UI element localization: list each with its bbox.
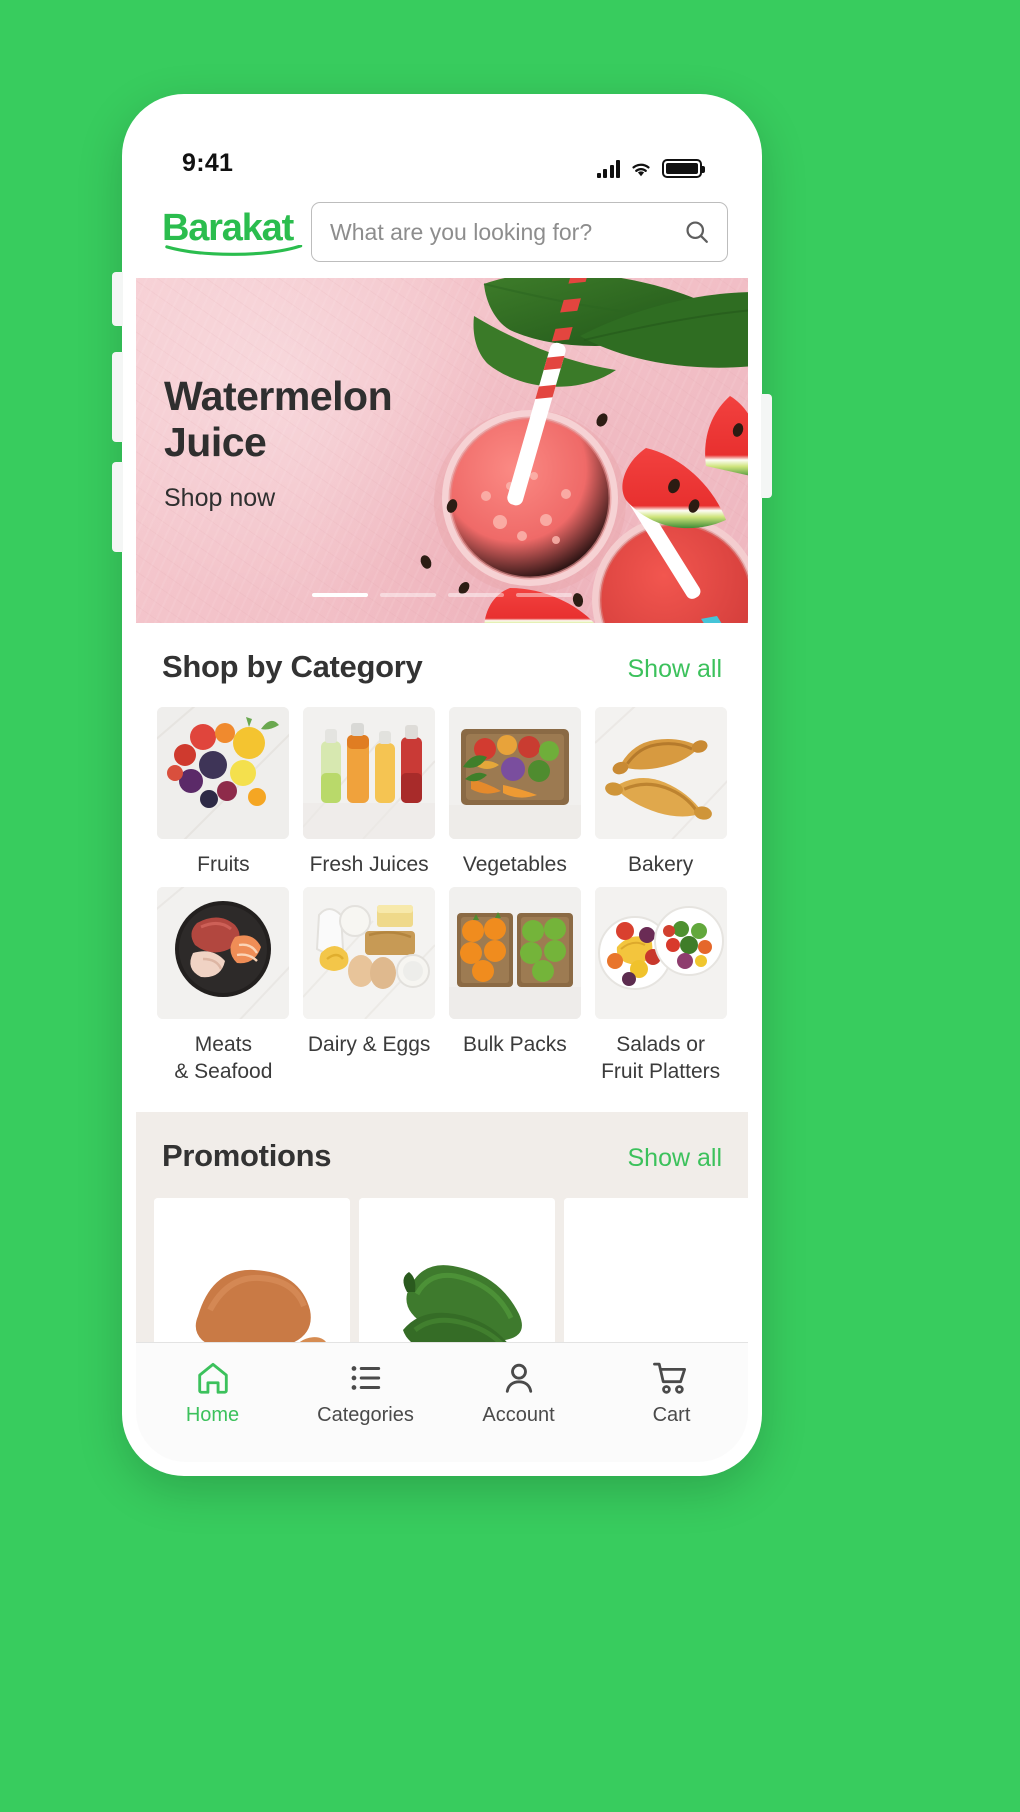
battery-full-icon: [662, 159, 705, 178]
wifi-icon: [632, 163, 650, 177]
hero-shop-now-link[interactable]: Shop now: [164, 484, 392, 513]
category-item-dairy-eggs[interactable]: Dairy & Eggs: [300, 886, 439, 1086]
categories-section-header: Shop by Category Show all: [136, 623, 748, 685]
nav-item-categories[interactable]: Categories: [289, 1359, 442, 1427]
nav-item-account[interactable]: Account: [442, 1359, 595, 1427]
silent-switch-button[interactable]: [112, 272, 123, 326]
categories-section-title: Shop by Category: [162, 649, 423, 684]
category-label: Salads or Fruit Platters: [601, 1032, 721, 1083]
nav-item-home[interactable]: Home: [136, 1359, 289, 1427]
category-label: Fresh Juices: [309, 853, 429, 876]
category-item-meats-seafood[interactable]: Meats & Seafood: [154, 886, 293, 1086]
meats-seafood-thumb: [157, 886, 290, 1019]
carousel-dot-3[interactable]: [448, 593, 504, 597]
promotions-section-title: Promotions: [162, 1137, 332, 1173]
category-item-fruits[interactable]: Fruits: [154, 707, 293, 879]
search-icon[interactable]: [683, 218, 711, 246]
bottom-navigation-bar: Home Categories Account Cart: [136, 1342, 748, 1462]
status-bar-time: 9:41: [182, 149, 234, 177]
power-button[interactable]: [761, 394, 772, 498]
promotions-section: Promotions Show all: [136, 1111, 748, 1342]
bulk-packs-thumb: [448, 886, 581, 1019]
barakat-wordmark-logo[interactable]: Barakat: [162, 206, 303, 256]
app-content-scroll[interactable]: Barakat What are you looking for? Waterm…: [136, 184, 748, 1342]
hero-banner-title: Watermelon Juice: [164, 373, 393, 465]
volume-up-button[interactable]: [112, 352, 123, 442]
nav-label: Cart: [652, 1404, 691, 1426]
promo-card-next[interactable]: [564, 1197, 748, 1342]
carousel-indicators[interactable]: [136, 593, 748, 597]
phone-device-frame: 9:41 Barakat What are you looking for? W…: [112, 94, 772, 1476]
search-bar[interactable]: [311, 202, 728, 262]
signal-bars-icon: [596, 160, 620, 178]
vegetables-thumb: [448, 707, 581, 839]
person-icon: [505, 1363, 532, 1393]
category-item-salads-fruit-platters[interactable]: Salads or Fruit Platters: [591, 886, 730, 1086]
promo-card-sweet-potato[interactable]: [154, 1197, 350, 1342]
carousel-dot-1[interactable]: [312, 593, 368, 597]
dairy-eggs-thumb: [303, 886, 436, 1019]
hero-banner-copy: Watermelon Juice Shop now: [164, 373, 393, 513]
category-label: Bakery: [627, 853, 694, 876]
category-label: Bulk Packs: [462, 1032, 567, 1056]
category-label: Meats & Seafood: [174, 1032, 273, 1083]
category-item-bulk-packs[interactable]: Bulk Packs: [446, 886, 585, 1086]
category-label: Dairy & Eggs: [307, 1032, 431, 1056]
salads-fruit-platters-thumb: [594, 886, 727, 1019]
home-icon: [197, 1362, 228, 1394]
nav-item-cart[interactable]: Cart: [595, 1359, 748, 1427]
carousel-dot-2[interactable]: [380, 593, 436, 597]
app-header: Barakat: [136, 184, 748, 278]
category-item-vegetables[interactable]: Vegetables: [446, 707, 585, 879]
category-item-fresh-juices[interactable]: Fresh Juices: [300, 707, 439, 879]
hero-banner-carousel[interactable]: Watermelon Juice Shop now: [136, 278, 748, 623]
carousel-dot-4[interactable]: [516, 593, 572, 597]
watermelon-juice-photo: [420, 278, 748, 623]
phone-screen: 9:41 Barakat What are you looking for? W…: [136, 108, 748, 1462]
fresh-juices-thumb: [303, 707, 436, 839]
bakery-thumb: [594, 707, 727, 839]
brand-name-text: Barakat: [162, 206, 294, 249]
categories-show-all-link[interactable]: Show all: [628, 655, 723, 684]
status-bar: 9:41: [136, 108, 748, 184]
logo-swoosh-icon: [165, 244, 303, 256]
promotions-show-all-link[interactable]: Show all: [628, 1144, 723, 1173]
category-label: Vegetables: [462, 853, 567, 876]
nav-label: Home: [185, 1404, 240, 1426]
search-input[interactable]: [330, 218, 683, 246]
category-label: Fruits: [197, 853, 250, 876]
promotions-section-header: Promotions Show all: [136, 1112, 748, 1174]
fruits-thumb: [157, 707, 290, 839]
volume-down-button[interactable]: [112, 462, 123, 552]
nav-label: Account: [482, 1404, 555, 1426]
category-grid: Fruits Fresh Juices Vegetables Bakery Me…: [136, 685, 748, 1086]
status-bar-icons: [596, 159, 705, 178]
promo-card-zucchini[interactable]: [359, 1197, 555, 1342]
promotions-carousel[interactable]: [136, 1174, 748, 1342]
list-icon: [351, 1366, 380, 1390]
category-item-bakery[interactable]: Bakery: [591, 707, 730, 879]
cart-icon: [652, 1362, 686, 1394]
nav-label: Categories: [317, 1404, 414, 1426]
